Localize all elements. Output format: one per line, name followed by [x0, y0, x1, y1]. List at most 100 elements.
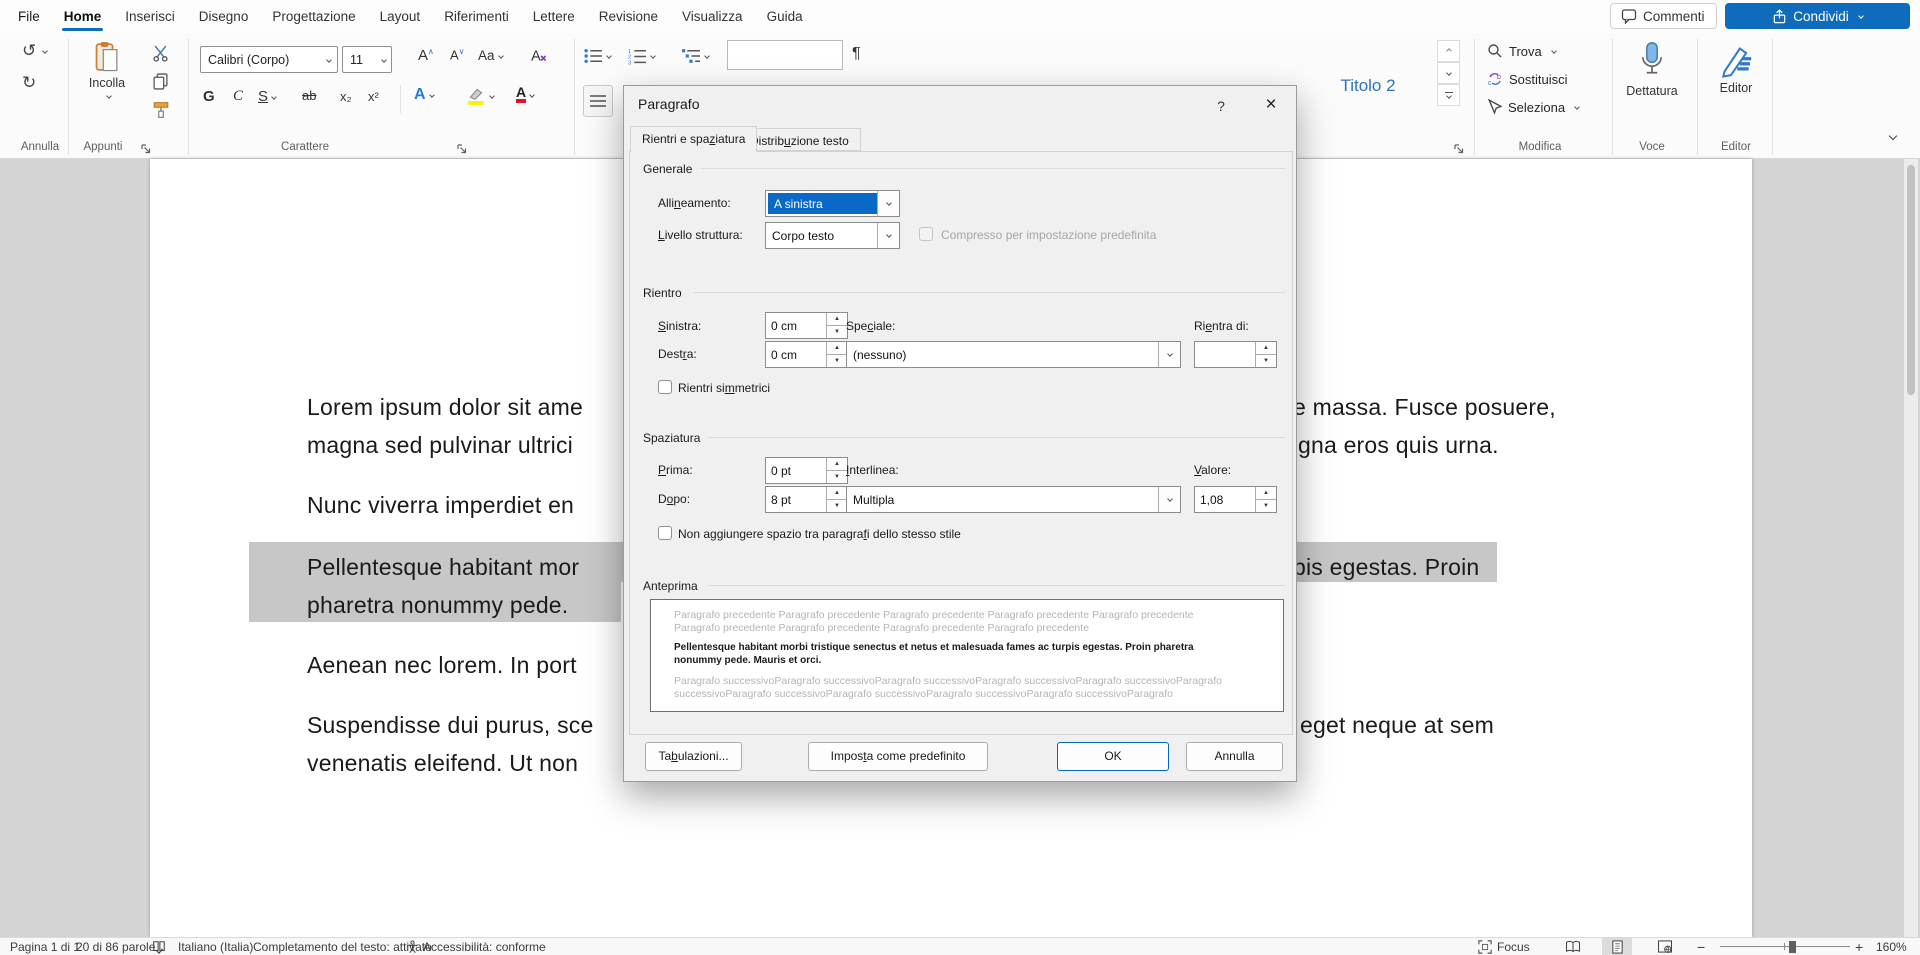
zoom-in-button[interactable]: +: [1855, 939, 1863, 955]
scrollbar-thumb[interactable]: [1907, 165, 1915, 395]
chevron-down-icon[interactable]: [1158, 487, 1180, 512]
line-spacing-at-spinner[interactable]: 1,08 ▲▼: [1194, 486, 1277, 513]
bold-button[interactable]: G: [203, 88, 215, 105]
tab-home[interactable]: Home: [60, 0, 106, 33]
font-color-button[interactable]: A: [516, 86, 534, 103]
page-indicator[interactable]: Pagina 1 di 1: [10, 939, 80, 955]
zoom-level[interactable]: 160%: [1876, 939, 1907, 955]
shrink-font-button[interactable]: A∨: [450, 47, 465, 62]
indent-by-spinner[interactable]: ▲▼: [1194, 341, 1277, 368]
word-count[interactable]: 20 di 86 parole: [76, 939, 155, 955]
space-before-spinner[interactable]: 0 pt ▲▼: [765, 457, 848, 484]
accessibility-status[interactable]: Accessibilità: conforme: [423, 939, 546, 955]
doc-text-line[interactable]: e massa. Fusce posuere,: [1293, 388, 1556, 426]
strikethrough-button[interactable]: ab: [302, 88, 316, 103]
justify-button[interactable]: [583, 85, 613, 117]
proofing-icon[interactable]: [152, 939, 166, 955]
select-button[interactable]: Seleziona: [1487, 99, 1579, 115]
tab-progettazione[interactable]: Progettazione: [268, 0, 359, 33]
subscript-button[interactable]: x₂: [340, 89, 352, 104]
doc-text-line[interactable]: magna sed pulvinar ultrici: [307, 426, 573, 464]
redo-button[interactable]: ↻: [22, 73, 36, 93]
share-button[interactable]: Condividi: [1725, 3, 1910, 29]
italic-button[interactable]: C: [233, 88, 243, 105]
chevron-down-icon[interactable]: [877, 223, 899, 248]
text-effects-button[interactable]: A: [414, 86, 434, 104]
vertical-scrollbar[interactable]: [1904, 159, 1918, 937]
spin-down-icon[interactable]: ▼: [827, 355, 847, 367]
replace-button[interactable]: bc Sostituisci: [1487, 71, 1568, 87]
doc-text-line[interactable]: pharetra nonummy pede.: [307, 586, 568, 624]
spin-down-icon[interactable]: ▼: [827, 326, 847, 338]
indent-right-spinner[interactable]: 0 cm ▲▼: [765, 341, 848, 368]
tabs-button[interactable]: Tabulazioni...: [645, 742, 742, 771]
styles-dialog-launcher[interactable]: [1453, 143, 1465, 155]
styles-gallery-item-titolo2[interactable]: Titolo 2: [1312, 76, 1424, 96]
editor-button[interactable]: Editor: [1704, 41, 1768, 95]
tab-inserisci[interactable]: Inserisci: [121, 0, 179, 33]
clear-formatting-button[interactable]: A: [530, 46, 550, 66]
styles-scroll-up-button[interactable]: [1437, 40, 1460, 62]
spin-up-icon[interactable]: ▲: [827, 458, 847, 471]
styles-gallery-expand-button[interactable]: [1437, 84, 1460, 106]
format-painter-button[interactable]: [152, 101, 170, 119]
doc-text-line[interactable]: eget neque at sem: [1300, 706, 1494, 744]
numbering-button[interactable]: 123: [628, 47, 655, 65]
underline-button[interactable]: S: [258, 88, 276, 105]
read-mode-button[interactable]: [1558, 938, 1588, 955]
set-as-default-button[interactable]: Imposta come predefinito: [808, 742, 988, 771]
chevron-down-icon[interactable]: [1158, 342, 1180, 367]
print-layout-button[interactable]: [1602, 938, 1632, 955]
zoom-slider-track[interactable]: [1720, 946, 1850, 947]
tab-layout[interactable]: Layout: [376, 0, 425, 33]
focus-button[interactable]: Focus: [1478, 939, 1530, 955]
styles-gallery-item[interactable]: [727, 40, 843, 70]
grow-font-button[interactable]: A∧: [418, 47, 434, 64]
show-formatting-button[interactable]: ¶: [852, 45, 861, 63]
mirror-indents-checkbox[interactable]: [658, 380, 672, 394]
copy-button[interactable]: [152, 73, 169, 90]
doc-text-line[interactable]: venenatis eleifend. Ut non: [307, 744, 578, 782]
change-case-button[interactable]: Aa: [478, 48, 503, 63]
clipboard-dialog-launcher[interactable]: [140, 143, 152, 155]
spin-up-icon[interactable]: ▲: [827, 487, 847, 500]
bullets-button[interactable]: [584, 47, 611, 65]
highlight-button[interactable]: [466, 86, 494, 106]
cut-button[interactable]: [152, 45, 169, 62]
doc-text-line[interactable]: Suspendisse dui purus, sce: [307, 706, 593, 744]
styles-scroll-down-button[interactable]: [1437, 62, 1460, 84]
web-layout-button[interactable]: [1650, 938, 1680, 955]
tab-rientri-e-spaziatura[interactable]: Rientri e spaziatura: [630, 126, 757, 152]
tab-revisione[interactable]: Revisione: [595, 0, 662, 33]
multilevel-list-button[interactable]: [682, 47, 709, 65]
comments-button[interactable]: Commenti: [1610, 3, 1717, 29]
find-button[interactable]: Trova: [1487, 43, 1556, 59]
indent-left-spinner[interactable]: 0 cm ▲▼: [765, 312, 848, 339]
spin-up-icon[interactable]: ▲: [1256, 487, 1276, 500]
doc-text-line[interactable]: Lorem ipsum dolor sit ame: [307, 388, 583, 426]
space-after-spinner[interactable]: 8 pt ▲▼: [765, 486, 848, 513]
tab-riferimenti[interactable]: Riferimenti: [440, 0, 513, 33]
tab-visualizza[interactable]: Visualizza: [678, 0, 747, 33]
spin-down-icon[interactable]: ▼: [1256, 355, 1276, 367]
chevron-down-icon[interactable]: [877, 191, 899, 216]
doc-text-line[interactable]: Aenean nec lorem. In port: [307, 646, 577, 684]
outline-level-combobox[interactable]: Corpo testo: [765, 222, 900, 249]
spin-down-icon[interactable]: ▼: [827, 500, 847, 512]
cancel-button[interactable]: Annulla: [1186, 742, 1283, 771]
font-family-combobox[interactable]: Calibri (Corpo): [200, 46, 338, 73]
language-indicator[interactable]: Italiano (Italia): [178, 939, 253, 955]
spin-down-icon[interactable]: ▼: [827, 471, 847, 483]
zoom-out-button[interactable]: −: [1697, 939, 1705, 955]
font-dialog-launcher[interactable]: [456, 143, 468, 155]
doc-text-line[interactable]: Pellentesque habitant mor: [307, 548, 579, 586]
ok-button[interactable]: OK: [1057, 742, 1169, 771]
zoom-slider-thumb[interactable]: [1789, 941, 1796, 953]
alignment-combobox[interactable]: A sinistra: [765, 190, 900, 217]
dialog-help-button[interactable]: ?: [1206, 94, 1236, 118]
spin-up-icon[interactable]: ▲: [827, 342, 847, 355]
spin-up-icon[interactable]: ▲: [1256, 342, 1276, 355]
spin-up-icon[interactable]: ▲: [827, 313, 847, 326]
tab-file[interactable]: File: [14, 0, 44, 33]
text-completion-indicator[interactable]: Completamento del testo: attivato: [253, 939, 432, 955]
